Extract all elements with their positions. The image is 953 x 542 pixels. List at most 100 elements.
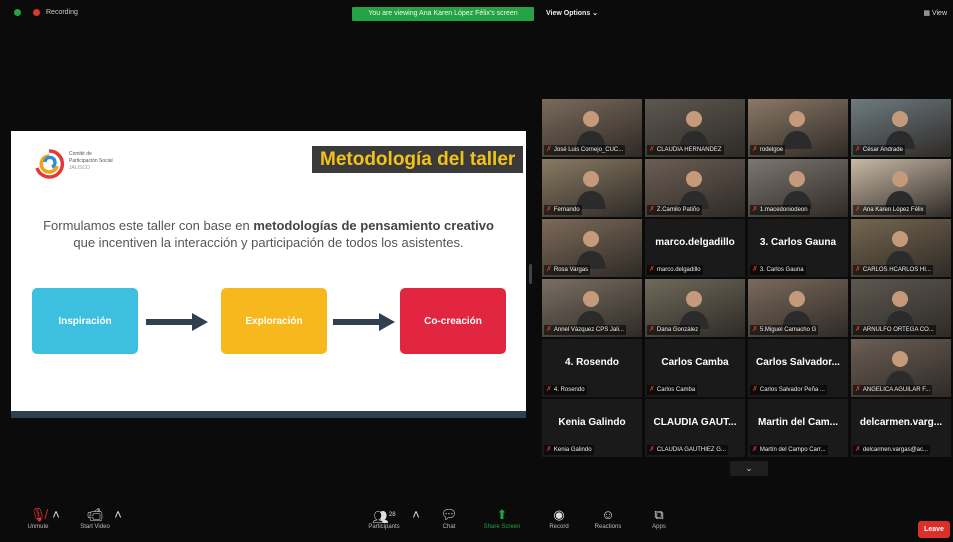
participant-tile[interactable]: ✗ Dana González (645, 279, 745, 337)
meeting-toolbar: 🎙︎̸ Unmute ˄ 📹︎ Start Video ˄ 👥︎28 Parti… (0, 506, 953, 542)
org-line-1: Comité de (69, 151, 92, 157)
apps-icon: ⧉ (654, 507, 664, 522)
participant-silhouette (679, 171, 709, 209)
participants-button[interactable]: 👥︎28 Participants (358, 506, 410, 530)
participant-tile[interactable]: ✗ 5.Miguel Camacho G (748, 279, 848, 337)
chat-button[interactable]: 💬︎ Chat (432, 506, 466, 530)
participant-display-name: Martin del Cam... (757, 417, 838, 428)
participant-tile[interactable]: 3. Carlos Gauna ✗ 3. Carlos Gauna (748, 219, 848, 277)
participant-tile[interactable]: Carlos Salvador... ✗ Carlos Salvador Peña … (748, 339, 848, 397)
participant-silhouette (576, 231, 606, 269)
start-video-label: Start Video (80, 524, 110, 530)
participants-label: Participants (368, 524, 400, 530)
participant-tile[interactable]: ✗ Z.Camilo Patiño (645, 159, 745, 217)
participant-display-name: marco.delgadillo (655, 237, 735, 248)
reactions-button[interactable]: ☺︎ Reactions (588, 506, 628, 530)
participant-name: César Andrade (862, 147, 903, 153)
mic-muted-icon: ✗ (752, 146, 758, 153)
participant-tile[interactable]: ✗ CLAUDIA HERNANDEZ (645, 99, 745, 157)
mic-muted-icon: ✗ (546, 446, 552, 453)
mic-muted-icon: ✗ (649, 206, 655, 213)
participant-silhouette (679, 291, 709, 329)
mic-muted-icon: ✗ (752, 206, 758, 213)
participant-tile[interactable]: ✗ ARNULFO ORTEGA CO... (851, 279, 951, 337)
split-resize-handle[interactable] (529, 264, 532, 284)
participant-tile[interactable]: ✗ rodelgoe (748, 99, 848, 157)
participant-name: Fernando (553, 207, 580, 213)
participant-tile[interactable]: Carlos Camba ✗ Carlos Camba (645, 339, 745, 397)
caret-up-icon: ˄ (412, 507, 420, 522)
org-line-2: Participación Social (69, 158, 113, 164)
participant-name-label: ✗ José Luis Cornejo_CUC... (544, 145, 626, 155)
share-screen-button[interactable]: ⬆︎ Share Screen (476, 506, 528, 530)
shared-screen-slide: Comité de Participación Social JALISCO M… (11, 131, 526, 418)
video-options-caret[interactable]: ˄ (112, 506, 124, 524)
participant-tile[interactable]: ✗ Annel Vázquez CPS Jali... (542, 279, 642, 337)
participant-tile[interactable]: delcarmen.varg... ✗ delcarmen.vargas@ac... (851, 399, 951, 457)
mic-muted-icon: ✗ (649, 326, 655, 333)
participant-display-name: 3. Carlos Gauna (759, 237, 837, 248)
mic-muted-icon: ✗ (546, 206, 552, 213)
participant-tile[interactable]: Martin del Cam... ✗ Martín del Campo Carr.… (748, 399, 848, 457)
participant-name-label: ✗ ANGELICA AGUILAR F... (853, 385, 933, 395)
chat-icon: 💬︎ (440, 507, 458, 522)
mic-muted-icon: ✗ (546, 146, 552, 153)
participant-display-name: 4. Rosendo (565, 357, 619, 368)
participant-tile[interactable]: ✗ César Andrade (851, 99, 951, 157)
participant-tile[interactable]: ✗ José Luis Cornejo_CUC... (542, 99, 642, 157)
recording-label: Recording (46, 9, 78, 16)
mic-muted-icon: ✗ (546, 266, 552, 273)
top-bar: Recording You are viewing Ana Karen Lópe… (0, 0, 953, 30)
mic-muted-icon: ✗ (752, 326, 758, 333)
participant-name: ARNULFO ORTEGA CO... (862, 327, 934, 333)
participant-name: Carlos Camba (656, 387, 696, 393)
arrow-right-icon (333, 313, 395, 331)
participant-tile[interactable]: ✗ Ana Karen López Félix (851, 159, 951, 217)
participant-name-label: ✗ 1.macedoniodeon (750, 205, 810, 215)
participant-silhouette (576, 171, 606, 209)
mic-muted-icon: ✗ (546, 386, 552, 393)
mic-muted-icon: ✗ (649, 386, 655, 393)
participant-tile[interactable]: ✗ ANGELICA AGUILAR F... (851, 339, 951, 397)
participants-icon: 👥︎28 (372, 509, 396, 525)
gallery-next-page-button[interactable]: ⌄ (730, 461, 768, 476)
apps-button[interactable]: ⧉ Apps (642, 506, 676, 530)
participant-name: 5.Miguel Camacho G (759, 327, 817, 333)
share-screen-label: Share Screen (483, 524, 521, 530)
participants-options-caret[interactable]: ˄ (410, 506, 422, 524)
org-name: Comité de Participación Social JALISCO (69, 151, 113, 172)
audio-options-caret[interactable]: ˄ (50, 506, 62, 524)
recording-indicator[interactable]: Recording (14, 9, 78, 16)
record-dot-icon (33, 9, 40, 16)
share-banner: You are viewing Ana Karen López Félix's … (352, 7, 534, 21)
participant-display-name: Carlos Camba (661, 357, 729, 368)
view-label: View (931, 10, 947, 17)
mic-muted-icon: ✗ (855, 446, 861, 453)
org-line-3: JALISCO (69, 165, 90, 171)
apps-label: Apps (652, 524, 666, 530)
participant-name-label: ✗ Dana González (647, 325, 701, 335)
participant-tile[interactable]: 4. Rosendo ✗ 4. Rosendo (542, 339, 642, 397)
participant-tile[interactable]: Kenia Galindo ✗ Kenia Galindo (542, 399, 642, 457)
participant-tile[interactable]: marco.delgadillo ✗ marco.delgadillo (645, 219, 745, 277)
participant-silhouette (885, 111, 915, 149)
step-co-creacion: Co-creación (400, 288, 506, 354)
record-button[interactable]: ◉ Record (541, 506, 577, 530)
record-label: Record (549, 524, 569, 530)
participant-name: Ana Karen López Félix (862, 207, 924, 213)
participant-tile[interactable]: ✗ Fernando (542, 159, 642, 217)
participant-silhouette (885, 351, 915, 389)
participant-tile[interactable]: ✗ Rosa Vargas (542, 219, 642, 277)
mic-muted-icon: ✗ (855, 326, 861, 333)
view-button[interactable]: ▦ View (923, 9, 947, 17)
participant-tile[interactable]: CLAUDIA GAUT... ✗ CLAUDIA GAUTHIEZ G... (645, 399, 745, 457)
participant-name: CLAUDIA GAUTHIEZ G... (656, 447, 726, 453)
reactions-label: Reactions (594, 524, 622, 530)
participant-tile[interactable]: ✗ 1.macedoniodeon (748, 159, 848, 217)
leave-button[interactable]: Leave (918, 521, 950, 538)
mic-muted-icon: ✗ (752, 386, 758, 393)
participant-name: rodelgoe (759, 147, 784, 153)
participant-tile[interactable]: ✗ CARLOS HCARLOS HI... (851, 219, 951, 277)
view-options-button[interactable]: View Options ⌄ (546, 9, 598, 17)
mic-muted-icon: ✗ (649, 146, 655, 153)
